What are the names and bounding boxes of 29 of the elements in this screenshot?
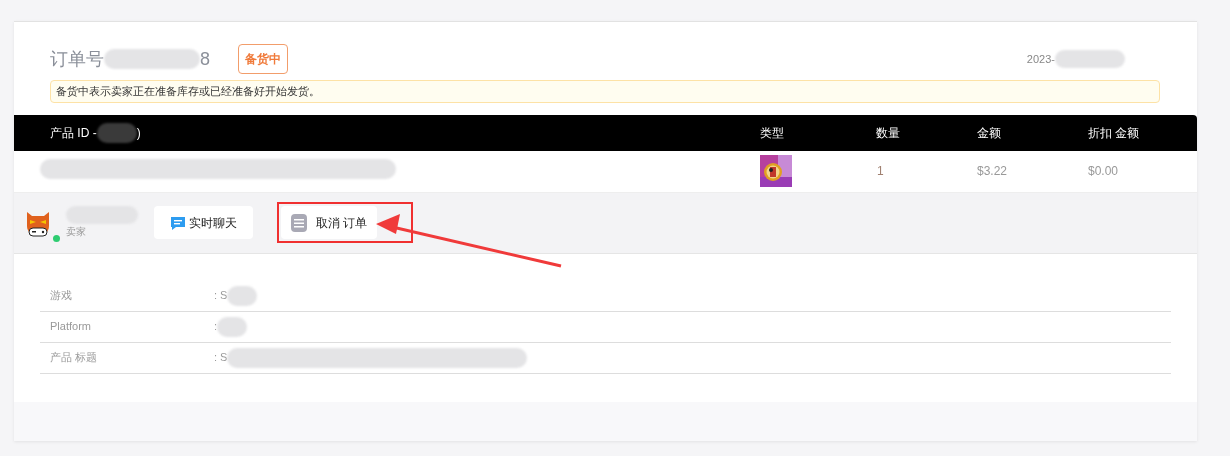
detail-value: : S [214, 350, 228, 366]
chat-icon [170, 214, 186, 231]
chat-button[interactable]: 实时聊天 [154, 206, 253, 239]
quantity-cell-text: 1 [876, 163, 885, 180]
column-header: ) [136, 124, 141, 142]
list-icon [291, 213, 307, 232]
redacted-blur [227, 285, 258, 306]
order-number-label: 订单号 [50, 47, 104, 71]
redacted-blur [1055, 50, 1125, 68]
seller-role: 卖家 [66, 225, 87, 239]
detail-label: Platform [49, 319, 92, 335]
cancel-order-button[interactable]: 取消 订单 [281, 206, 378, 239]
discount-cell-text: $0.00 [1088, 163, 1119, 180]
detail-value: : S [214, 288, 228, 304]
redacted-blur [217, 316, 248, 337]
column-header: 金额 [977, 124, 1002, 142]
status-badge: 备货中 [238, 44, 288, 74]
detail-value: : [214, 319, 218, 335]
order-number: 8 [200, 47, 210, 71]
column-header: 折扣 金额 [1088, 124, 1140, 142]
column-header: 产品 ID - [50, 124, 97, 142]
detail-label: 游戏 [49, 288, 73, 304]
order-date: 2023- [1026, 51, 1055, 67]
column-header: 数量 [876, 124, 901, 142]
redacted-blur [96, 122, 137, 143]
amount-cell-text: $3.22 [977, 163, 1009, 180]
column-header: 类型 [760, 124, 785, 142]
notice-bar: 备货中表示卖家正在准备库存或已经准备好开始发货。 [50, 80, 1160, 103]
detail-label: 产品 标题 [49, 350, 99, 366]
